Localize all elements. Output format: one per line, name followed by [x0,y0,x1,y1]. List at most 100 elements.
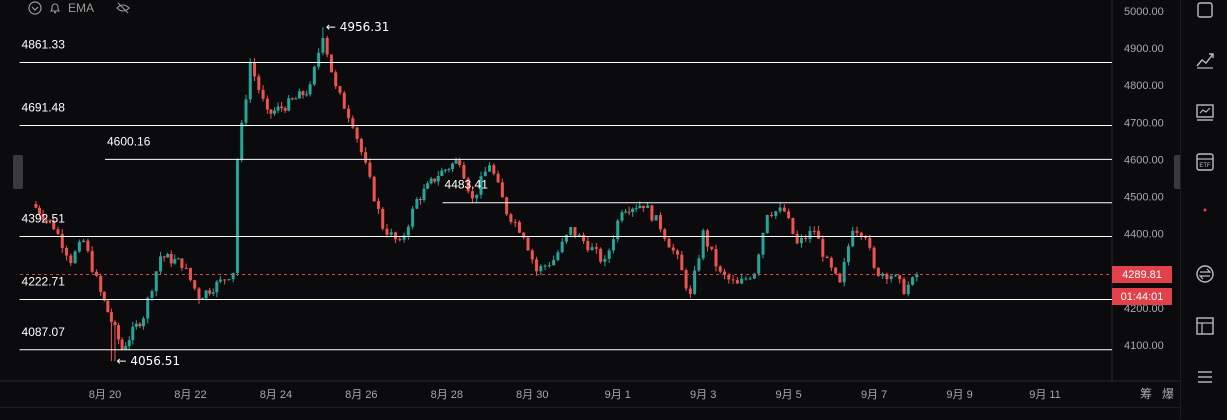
y-tick-label: 4800.00 [1124,80,1164,92]
bell-icon[interactable] [48,1,62,15]
candle-body [381,208,385,229]
candle-body [517,222,521,233]
candle-body [134,323,138,327]
candle-body [86,240,90,252]
candle-body [582,234,586,242]
candle-body [34,203,38,208]
candle-body [176,258,180,260]
candle-body [422,188,426,200]
candle-body [359,138,363,153]
list-icon[interactable] [1193,365,1217,389]
candle-body [138,323,142,327]
candle-body [744,278,748,280]
candle-body [169,253,173,264]
candle-body [372,176,376,202]
candle-body [513,221,517,223]
candle-body [770,214,774,216]
candle-body [308,84,312,95]
candle-body [231,272,235,280]
candle-body [627,211,631,213]
calendar-icon[interactable] [1193,0,1217,24]
y-tick-label: 4700.00 [1124,117,1164,129]
candle-body [509,214,513,222]
y-tick-label: 4500.00 [1124,192,1164,204]
candle-body [654,215,658,221]
line-chart-icon[interactable] [1193,48,1217,72]
candle-body [447,168,451,170]
candle-body [825,256,829,258]
candlestick-chart[interactable]: 5000.00 4900.00 4800.00 4700.00 4600.00 4500.… [0,0,1180,419]
indicator-bar: EMA [28,0,130,16]
candle-body [197,288,201,300]
candle-body [638,205,642,209]
left-panel-toggle[interactable] [13,155,23,189]
axis-control-label[interactable]: 爆 [1162,387,1174,401]
candle-body [603,258,607,262]
candle-body [590,247,594,251]
candle-body [671,247,675,251]
candle-body [560,241,564,253]
level-label: 4861.33 [22,37,66,51]
candle-body [693,270,697,294]
candle-body [676,250,680,255]
candle-body [240,122,244,161]
candle-body [184,268,188,270]
candle-body [475,194,479,199]
candle-body [90,251,94,272]
candle-body [470,191,474,199]
candle-body [658,215,662,230]
candle-body [902,279,906,295]
candle-body [718,266,722,272]
candle-body [812,230,816,232]
candle-body [261,89,265,99]
chart-area[interactable]: 5000.00 4900.00 4800.00 4700.00 4600.00 4500.… [0,0,1180,419]
candle-body [150,291,154,298]
level-label: 4087.07 [22,325,66,339]
candle-body [193,280,197,289]
candle-body [120,339,124,350]
indicator-panel-icon[interactable] [1193,100,1217,124]
candle-body [124,346,128,350]
candle-body [889,276,893,280]
candle-body [272,110,276,114]
swap-icon[interactable] [1193,262,1217,286]
axis-control-label[interactable]: 筹 [1140,387,1152,401]
x-tick-label: 9月 1 [605,389,631,401]
candle-body [131,326,135,341]
candle-body [731,279,735,281]
x-tick-label: 9月 3 [690,389,716,401]
candle-body [872,247,876,268]
candle-body [821,238,825,257]
candle-body [680,254,684,271]
level-label: 4691.48 [22,100,66,114]
etf-icon[interactable]: ETF [1193,150,1217,174]
candle-body [385,228,389,235]
candle-body [141,318,145,327]
candle-body [418,199,422,201]
candle-body [710,246,714,250]
candle-body [911,277,915,285]
candle-body [451,163,455,169]
candle-body [180,258,184,269]
candle-body [488,165,492,172]
candle-body [650,205,654,221]
candle-body [881,273,885,276]
candle-body [290,98,294,100]
candle-body [77,241,81,252]
extreme-price-annotation: ← 4056.51 [117,354,181,368]
candle-body [436,175,440,182]
eye-off-icon[interactable] [116,1,130,15]
candle-body [552,260,556,266]
chevron-down-icon[interactable] [28,1,42,15]
candle-body [301,91,305,96]
layout-icon[interactable] [1193,314,1217,338]
x-tick-label: 9月 11 [1029,389,1061,401]
candle-body [329,54,333,73]
candle-body [634,208,638,210]
candle-body [415,199,419,209]
candle-body [351,118,355,128]
indicator-label[interactable]: EMA [68,1,94,15]
candle-body [73,251,77,264]
candle-body [782,207,786,212]
candle-body [735,280,739,284]
